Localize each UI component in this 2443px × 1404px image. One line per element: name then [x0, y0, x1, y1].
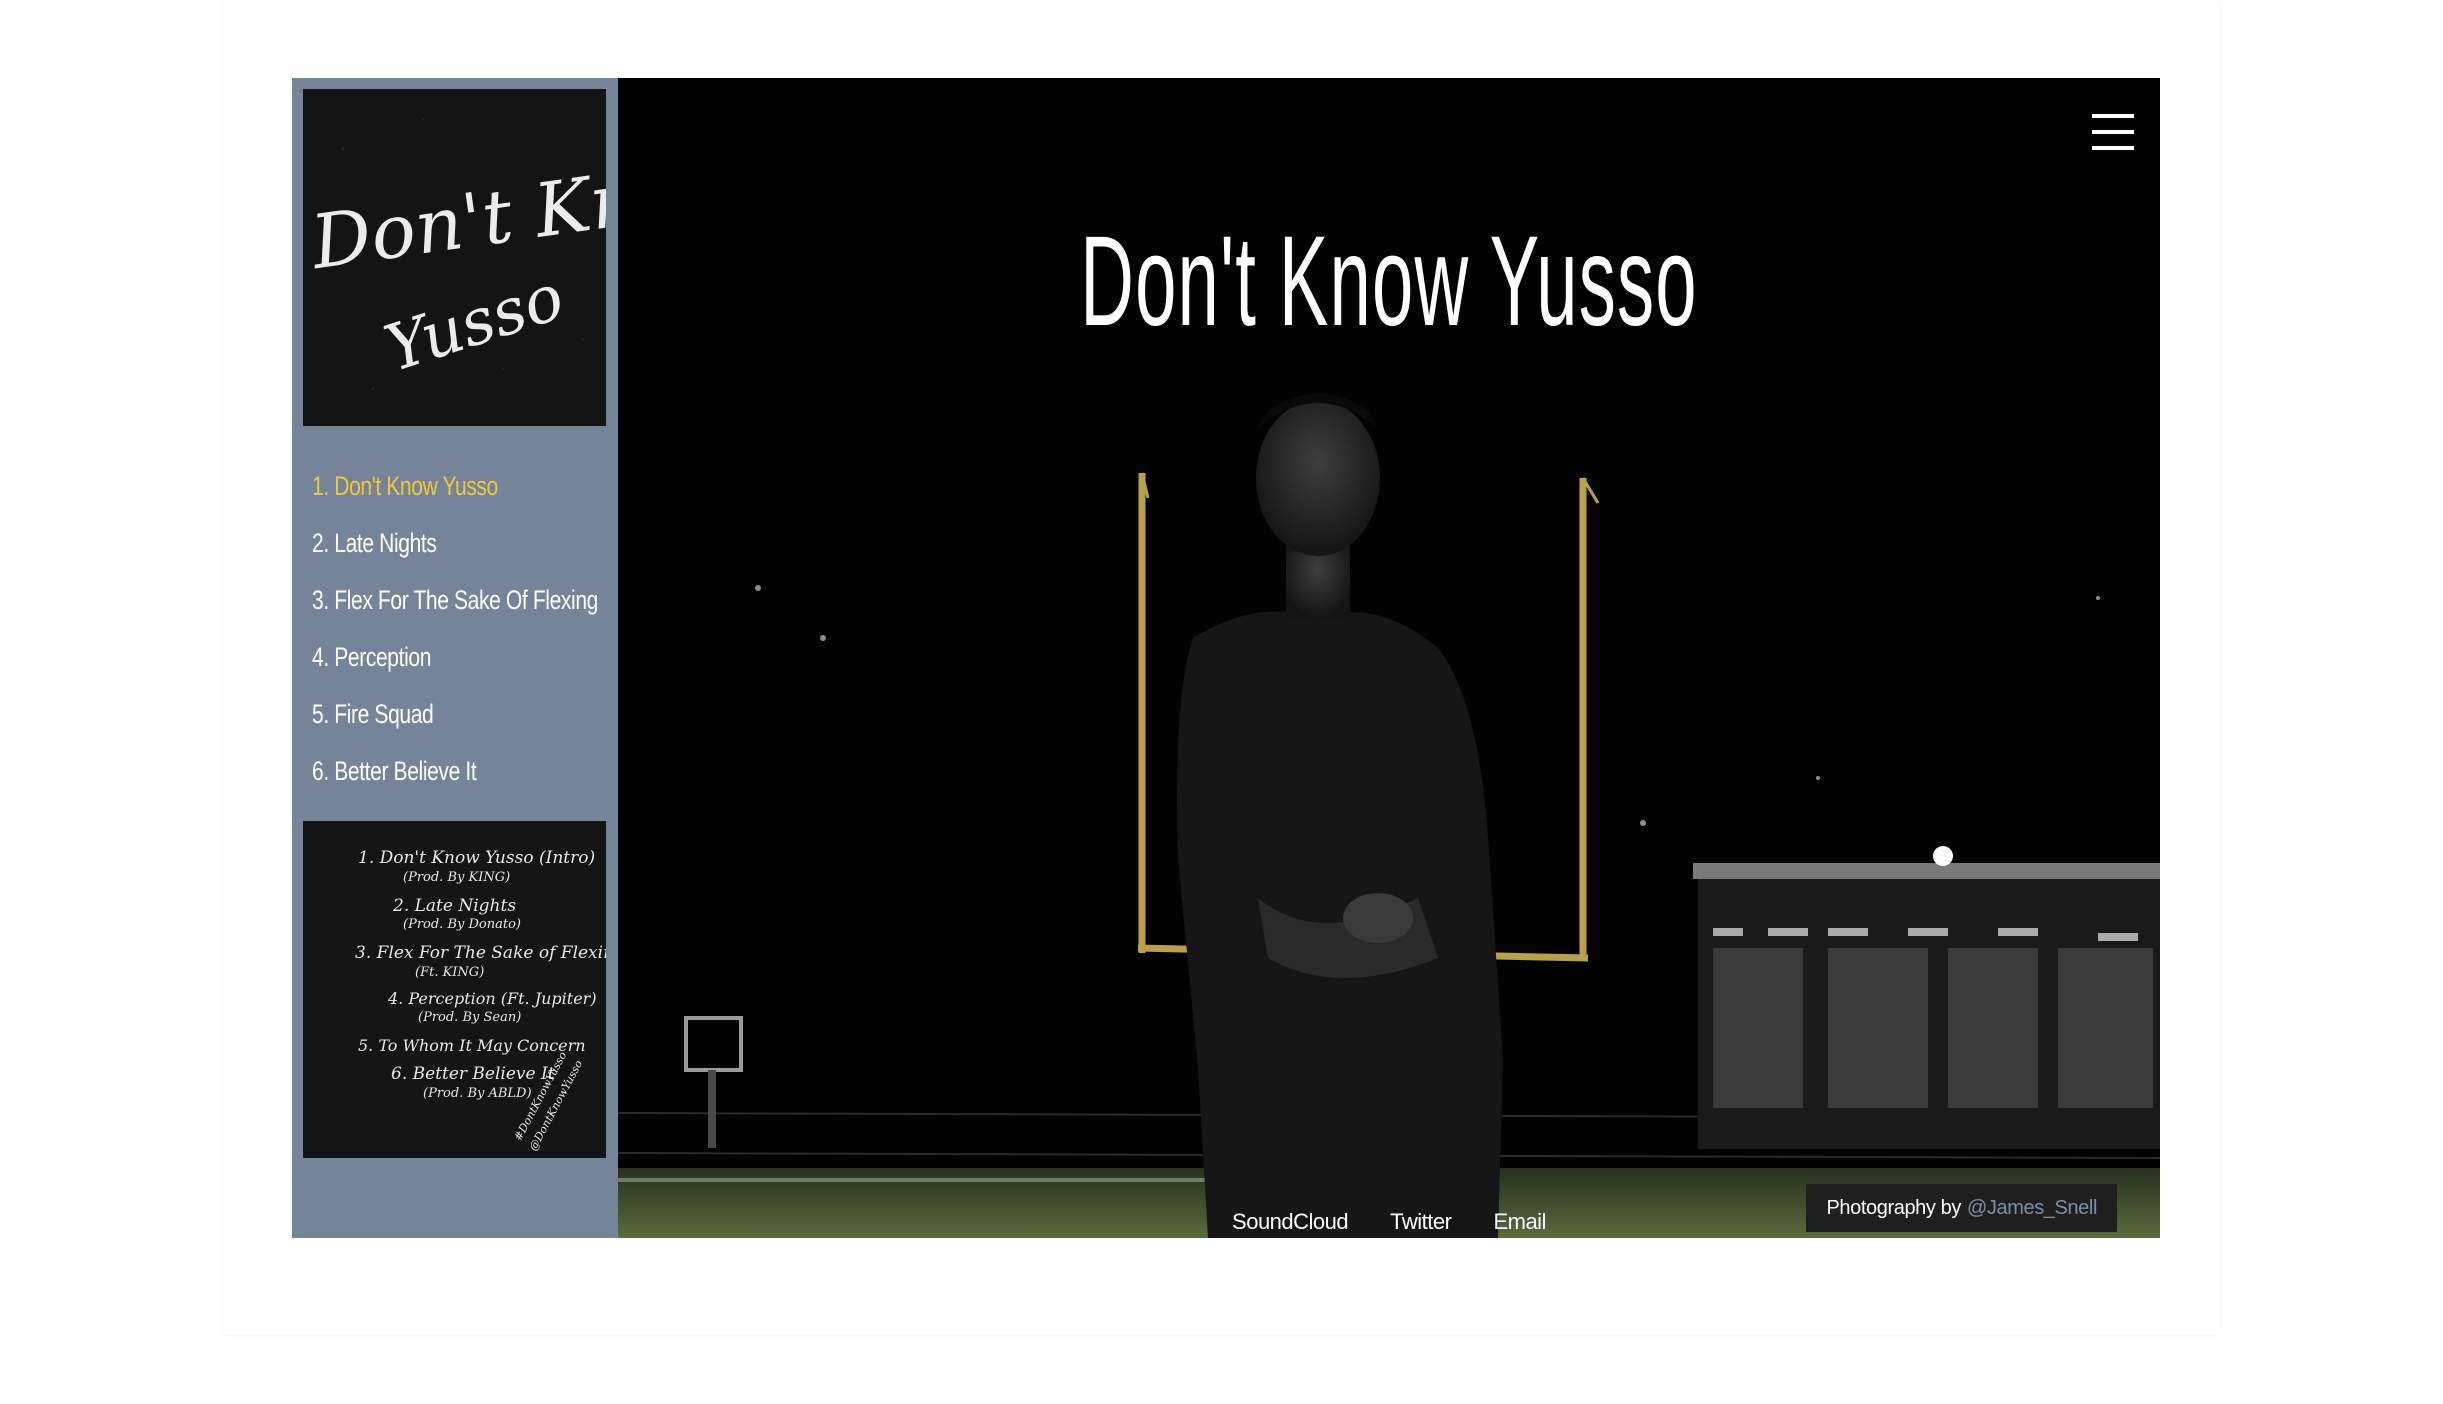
app-container: Don't Know Yusso 1. Don't Know Yusso 2. … — [292, 78, 2160, 1238]
menu-line-icon — [2092, 146, 2134, 150]
album-cover-art: Don't Know Yusso — [303, 89, 606, 426]
track-item-3[interactable]: 3. Flex For The Sake Of Flexing — [312, 572, 598, 629]
track-item-4[interactable]: 4. Perception — [312, 629, 546, 686]
menu-line-icon — [2092, 114, 2134, 118]
sidebar: Don't Know Yusso 1. Don't Know Yusso 2. … — [292, 78, 618, 1238]
album-back-cover-art: 1. Don't Know Yusso (Intro) (Prod. By KI… — [303, 821, 606, 1158]
track-item-5[interactable]: 5. Fire Squad — [312, 686, 546, 743]
credit-prefix: Photography by — [1826, 1196, 1961, 1219]
album-cover-image[interactable]: Don't Know Yusso — [303, 89, 606, 426]
track-item-6[interactable]: 6. Better Believe It — [312, 743, 546, 800]
track-item-2[interactable]: 2. Late Nights — [312, 515, 546, 572]
hamburger-menu-icon[interactable] — [2092, 114, 2136, 154]
back-cover-line: 1. Don't Know Yusso (Intro) — [358, 848, 595, 868]
back-cover-line: 5. To Whom It May Concern — [358, 1036, 586, 1055]
email-link[interactable]: Email — [1493, 1209, 1546, 1235]
soundcloud-link[interactable]: SoundCloud — [1232, 1209, 1349, 1235]
back-cover-line: 3. Flex For The Sake of Flexing — [355, 943, 606, 963]
back-cover-line: 6. Better Believe It — [391, 1064, 555, 1084]
photo-credit: Photography by @James_Snell — [1806, 1184, 2117, 1232]
photographer-link[interactable]: @James_Snell — [1967, 1197, 2097, 1220]
back-cover-line: (Prod. By Donato) — [403, 917, 521, 932]
menu-line-icon — [2092, 130, 2134, 134]
track-item-1[interactable]: 1. Don't Know Yusso — [312, 458, 546, 515]
twitter-link[interactable]: Twitter — [1390, 1209, 1452, 1235]
hero-title: Don't Know Yusso — [1080, 210, 1698, 353]
back-cover-line: (Prod. By Sean) — [418, 1010, 521, 1025]
album-back-cover-image[interactable]: 1. Don't Know Yusso (Intro) (Prod. By KI… — [303, 821, 606, 1158]
back-cover-line: 4. Perception (Ft. Jupiter) — [387, 989, 597, 1008]
back-cover-line: (Prod. By KING) — [403, 870, 510, 885]
hero-section: Don't Know Yusso SoundCloud Twitter Emai… — [618, 78, 2160, 1238]
back-cover-line: (Prod. By ABLD) — [423, 1086, 532, 1101]
back-cover-line: 2. Late Nights — [392, 896, 516, 916]
back-cover-line: (Ft. KING) — [415, 965, 484, 980]
tracklist: 1. Don't Know Yusso 2. Late Nights 3. Fl… — [312, 458, 612, 800]
